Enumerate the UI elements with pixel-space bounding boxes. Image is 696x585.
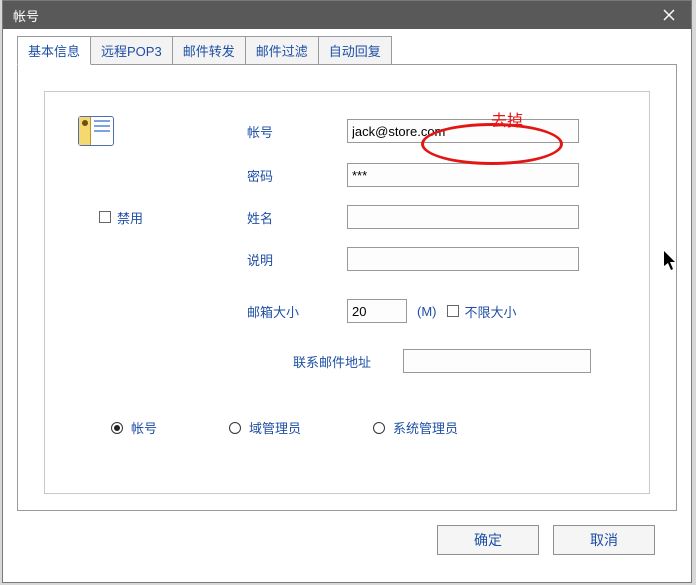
label-size-unit: (M) — [417, 304, 437, 319]
row-mailbox-size: 邮箱大小 (M) 不限大小 — [75, 298, 619, 324]
label-password: 密码 — [247, 166, 347, 185]
input-password[interactable] — [347, 163, 579, 187]
tab-mail-forward[interactable]: 邮件转发 — [172, 36, 246, 65]
row-contact-email: 联系邮件地址 — [75, 348, 619, 374]
close-icon — [663, 9, 675, 21]
radio-label-domain-admin: 域管理员 — [249, 418, 301, 437]
tab-remote-pop3[interactable]: 远程POP3 — [90, 36, 173, 65]
ok-button[interactable]: 确定 — [437, 525, 539, 555]
label-unlimited-size: 不限大小 — [465, 302, 517, 321]
radio-system-admin[interactable] — [373, 422, 385, 434]
tab-strip: 基本信息 远程POP3 邮件转发 邮件过滤 自动回复 — [17, 39, 677, 65]
radio-domain-admin[interactable] — [229, 422, 241, 434]
title-bar: 帐号 — [3, 1, 691, 29]
tab-basic-info[interactable]: 基本信息 — [17, 36, 91, 65]
label-desc: 说明 — [247, 250, 347, 269]
input-name[interactable] — [347, 205, 579, 229]
radio-account[interactable] — [111, 422, 123, 434]
role-radio-group: 帐号 域管理员 系统管理员 — [111, 418, 619, 437]
tab-panel: 帐号 密码 禁用 姓名 — [17, 65, 677, 511]
label-account: 帐号 — [247, 122, 347, 141]
radio-option-domain-admin[interactable]: 域管理员 — [229, 418, 301, 437]
close-button[interactable] — [647, 1, 691, 29]
label-name: 姓名 — [247, 208, 347, 227]
radio-option-account[interactable]: 帐号 — [111, 418, 157, 437]
row-desc: 说明 — [75, 246, 619, 272]
input-account[interactable] — [347, 119, 579, 143]
checkbox-unlimited-size[interactable] — [447, 305, 459, 317]
label-mailbox-size: 邮箱大小 — [247, 302, 347, 321]
button-bar: 确定 取消 — [17, 511, 677, 555]
tab-mail-filter[interactable]: 邮件过滤 — [245, 36, 319, 65]
form-frame: 帐号 密码 禁用 姓名 — [44, 91, 650, 494]
radio-label-account: 帐号 — [131, 418, 157, 437]
account-card-icon — [78, 116, 114, 146]
input-contact-email[interactable] — [403, 349, 591, 373]
dialog-window: 帐号 基本信息 远程POP3 邮件转发 邮件过滤 自动回复 — [2, 0, 692, 583]
row-name: 禁用 姓名 — [75, 204, 619, 230]
tab-underline — [17, 64, 677, 65]
title-text: 帐号 — [13, 6, 39, 25]
radio-label-system-admin: 系统管理员 — [393, 418, 458, 437]
input-desc[interactable] — [347, 247, 579, 271]
label-contact-email: 联系邮件地址 — [293, 352, 403, 371]
label-disable: 禁用 — [117, 208, 143, 227]
input-mailbox-size[interactable] — [347, 299, 407, 323]
client-area: 基本信息 远程POP3 邮件转发 邮件过滤 自动回复 帐号 — [3, 29, 691, 569]
tab-auto-reply[interactable]: 自动回复 — [318, 36, 392, 65]
cancel-button[interactable]: 取消 — [553, 525, 655, 555]
row-password: 密码 — [75, 162, 619, 188]
row-account: 帐号 — [75, 116, 619, 146]
radio-option-system-admin[interactable]: 系统管理员 — [373, 418, 458, 437]
checkbox-disable[interactable] — [99, 211, 111, 223]
